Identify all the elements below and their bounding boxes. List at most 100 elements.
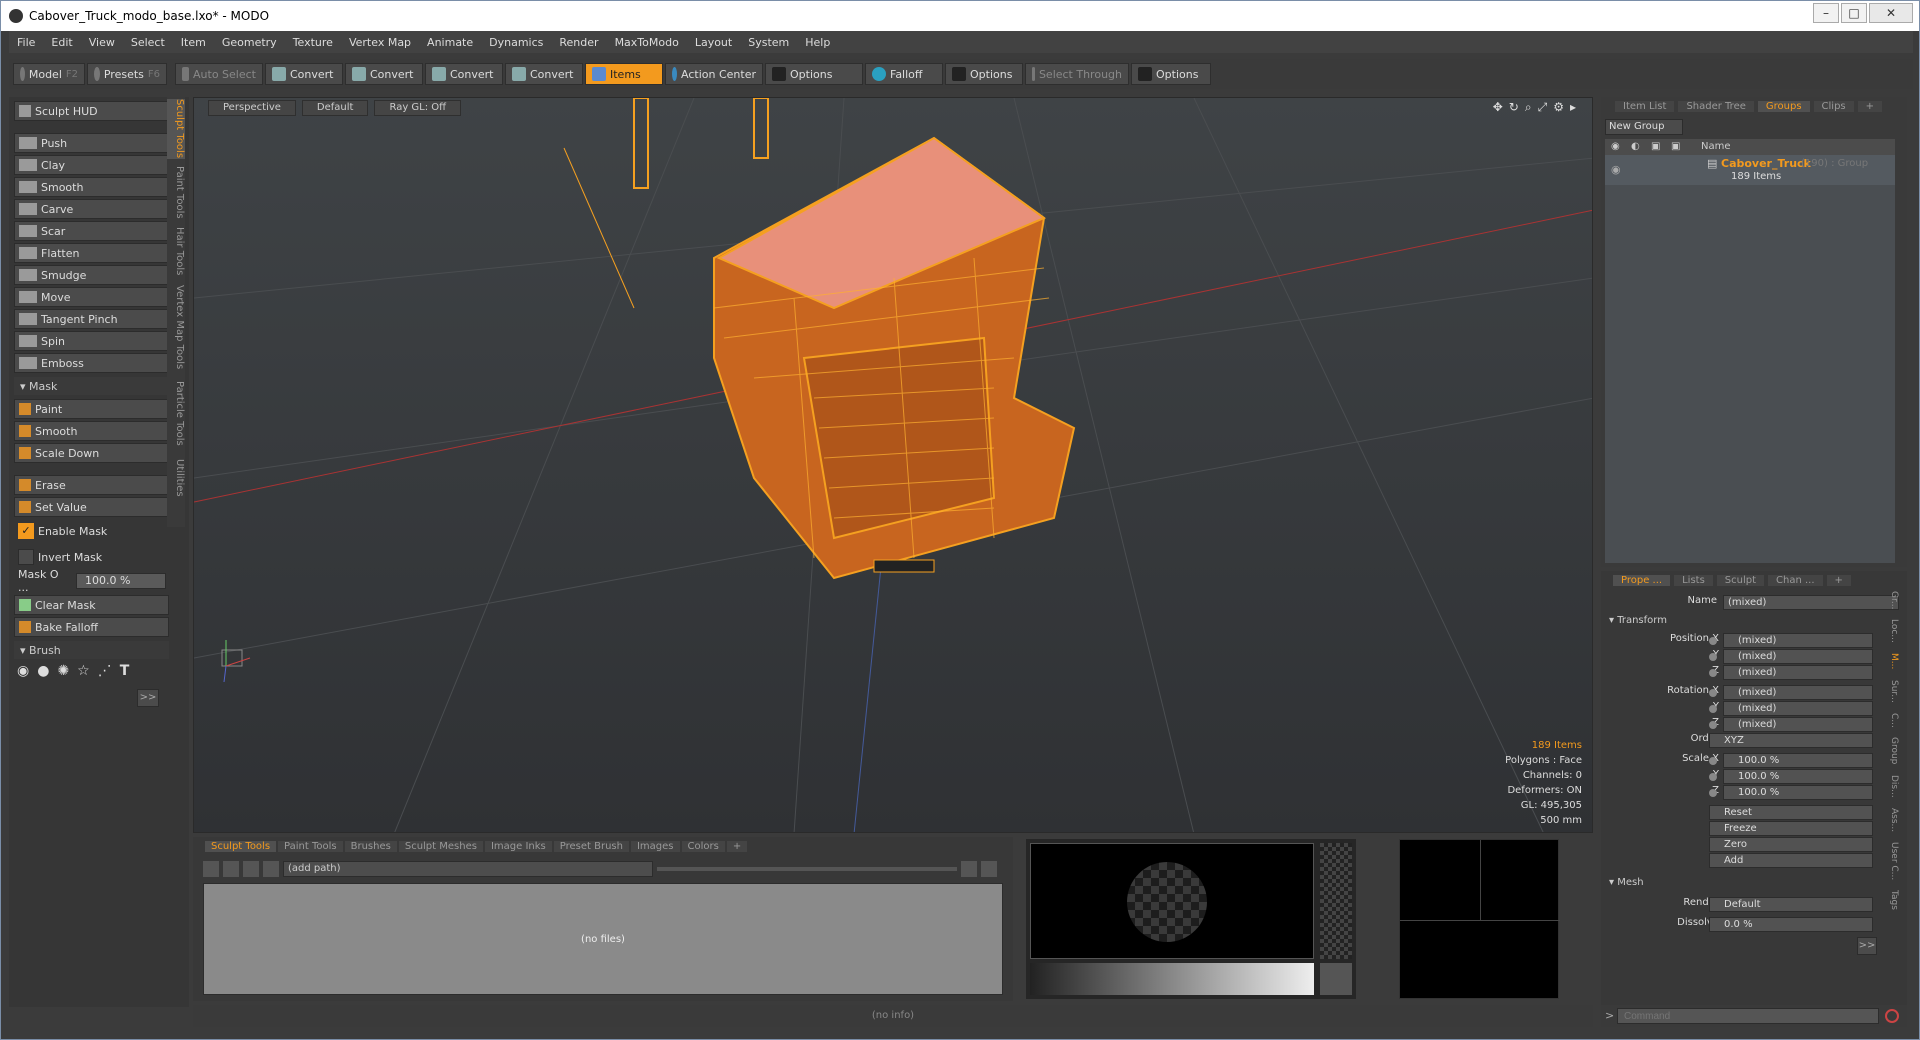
menu-geometry[interactable]: Geometry [214, 36, 285, 49]
freeze-dropdown[interactable]: Freeze [1709, 821, 1873, 836]
mask-paint[interactable]: Paint [14, 399, 169, 419]
gear-icon[interactable] [981, 861, 997, 877]
back-icon[interactable] [203, 861, 219, 877]
enable-mask-checkbox[interactable]: ✓ Enable Mask [14, 521, 169, 541]
brush-falloff-gradient[interactable] [1030, 963, 1314, 995]
more-button[interactable]: >> [137, 689, 159, 707]
tab-images[interactable]: Images [630, 840, 680, 852]
tab-clips[interactable]: Clips [1813, 100, 1854, 112]
animate-dot-icon[interactable] [1709, 789, 1717, 797]
vtab-hair-tools[interactable]: Hair Tools [167, 225, 185, 277]
up-folder-icon[interactable] [243, 861, 259, 877]
convert-button-2[interactable]: Convert [345, 63, 423, 85]
vtab-m[interactable]: M... [1889, 653, 1899, 669]
vtab-loc[interactable]: Loc... [1889, 619, 1899, 643]
brush-preview-canvas[interactable] [1030, 843, 1314, 959]
mask-opacity-field[interactable]: 100.0 % [76, 573, 166, 589]
animate-dot-icon[interactable] [1709, 721, 1717, 729]
command-input[interactable] [1617, 1008, 1879, 1024]
menu-texture[interactable]: Texture [285, 36, 341, 49]
rotation-x-field[interactable]: (mixed) [1723, 685, 1873, 700]
render-dropdown[interactable]: Default [1709, 897, 1873, 912]
menu-maxtomodo[interactable]: MaxToModo [607, 36, 687, 49]
animate-dot-icon[interactable] [1709, 653, 1717, 661]
mask-set-value[interactable]: Set Value [14, 497, 169, 517]
lock-icon[interactable]: ▣ [1651, 139, 1660, 155]
menu-animate[interactable]: Animate [419, 36, 481, 49]
tool-tangent-pinch[interactable]: Tangent Pinch [14, 309, 169, 329]
auto-select-button[interactable]: Auto Select [175, 63, 263, 85]
brush-section-header[interactable]: ▾ Brush [14, 641, 169, 659]
name-field[interactable]: (mixed) [1723, 595, 1899, 610]
tool-move[interactable]: Move [14, 287, 169, 307]
tab-channels[interactable]: Chan ... [1768, 574, 1823, 586]
vtab-sur[interactable]: Sur... [1889, 680, 1899, 703]
dissolve-field[interactable]: 0.0 % [1709, 917, 1873, 932]
name-column-header[interactable]: Name [1701, 139, 1731, 155]
soft-brush-icon[interactable]: ◉ [17, 663, 29, 679]
tab-sculpt-tools[interactable]: Sculpt Tools [205, 840, 277, 852]
record-icon[interactable] [1885, 1009, 1899, 1023]
groups-list-area[interactable] [1605, 185, 1895, 563]
add-tab-button[interactable]: + [726, 840, 748, 852]
menu-edit[interactable]: Edit [43, 36, 80, 49]
model-button[interactable]: Model F2 [13, 63, 85, 85]
hard-brush-icon[interactable]: ● [37, 663, 49, 679]
items-mode-button[interactable]: Items [585, 63, 663, 85]
tool-scar[interactable]: Scar [14, 221, 169, 241]
menu-select[interactable]: Select [123, 36, 173, 49]
menu-layout[interactable]: Layout [687, 36, 740, 49]
action-center-button[interactable]: Action Center [665, 63, 763, 85]
mask-section-header[interactable]: ▾ Mask [14, 377, 169, 395]
animate-dot-icon[interactable] [1709, 637, 1717, 645]
tab-item-list[interactable]: Item List [1615, 100, 1675, 112]
star-brush-icon[interactable]: ☆ [77, 663, 90, 679]
file-browser-area[interactable]: (no files) [203, 883, 1003, 995]
menu-view[interactable]: View [81, 36, 123, 49]
properties-more-button[interactable]: >> [1857, 937, 1877, 955]
animate-dot-icon[interactable] [1709, 705, 1717, 713]
scale-y-field[interactable]: 100.0 % [1723, 769, 1873, 784]
vtab-sculpt-tools[interactable]: Sculpt Tools [167, 99, 185, 159]
animate-dot-icon[interactable] [1709, 757, 1717, 765]
minimize-button[interactable]: – [1813, 3, 1839, 23]
add-icon[interactable] [263, 861, 279, 877]
options-button-2[interactable]: Options [945, 63, 1023, 85]
mask-erase[interactable]: Erase [14, 475, 169, 495]
scale-x-field[interactable]: 100.0 % [1723, 753, 1873, 768]
convert-button-3[interactable]: Convert [425, 63, 503, 85]
position-x-field[interactable]: (mixed) [1723, 633, 1873, 648]
animate-dot-icon[interactable] [1709, 689, 1717, 697]
bake-falloff-button[interactable]: Bake Falloff [14, 617, 169, 637]
mask-smooth[interactable]: Smooth [14, 421, 169, 441]
add-tab-button[interactable]: + [1857, 100, 1883, 112]
convert-button-1[interactable]: Convert [265, 63, 343, 85]
vtab-c[interactable]: C... [1889, 713, 1899, 728]
tool-smooth[interactable]: Smooth [14, 177, 169, 197]
select-icon[interactable]: ▣ [1671, 139, 1680, 155]
filter-icon[interactable] [961, 861, 977, 877]
tab-brushes[interactable]: Brushes [344, 840, 397, 852]
group-row-cabover-truck[interactable]: ◉ ▤ Cabover_Truck (190) : Group 189 Item… [1605, 155, 1895, 185]
vtab-user-c[interactable]: User C... [1889, 842, 1899, 880]
position-z-field[interactable]: (mixed) [1723, 665, 1873, 680]
animate-dot-icon[interactable] [1709, 773, 1717, 781]
tool-push[interactable]: Push [14, 133, 169, 153]
tool-smudge[interactable]: Smudge [14, 265, 169, 285]
sculpt-hud-button[interactable]: Sculpt HUD [14, 101, 169, 121]
close-button[interactable]: ✕ [1869, 3, 1913, 23]
maximize-button[interactable]: □ [1841, 3, 1867, 23]
reset-dropdown[interactable]: Reset [1709, 805, 1873, 820]
rotation-y-field[interactable]: (mixed) [1723, 701, 1873, 716]
tab-paint-tools[interactable]: Paint Tools [278, 840, 343, 852]
tab-colors[interactable]: Colors [681, 840, 725, 852]
vtab-dis[interactable]: Dis... [1889, 775, 1899, 798]
zero-dropdown[interactable]: Zero [1709, 837, 1873, 852]
position-y-field[interactable]: (mixed) [1723, 649, 1873, 664]
path-dropdown[interactable]: (add path) [283, 861, 653, 877]
visibility-eye-icon[interactable]: ◉ [1611, 163, 1621, 176]
tab-properties[interactable]: Prope ... [1613, 574, 1671, 586]
menu-system[interactable]: System [740, 36, 797, 49]
presets-button[interactable]: Presets F6 [87, 63, 167, 85]
menu-vertex-map[interactable]: Vertex Map [341, 36, 419, 49]
